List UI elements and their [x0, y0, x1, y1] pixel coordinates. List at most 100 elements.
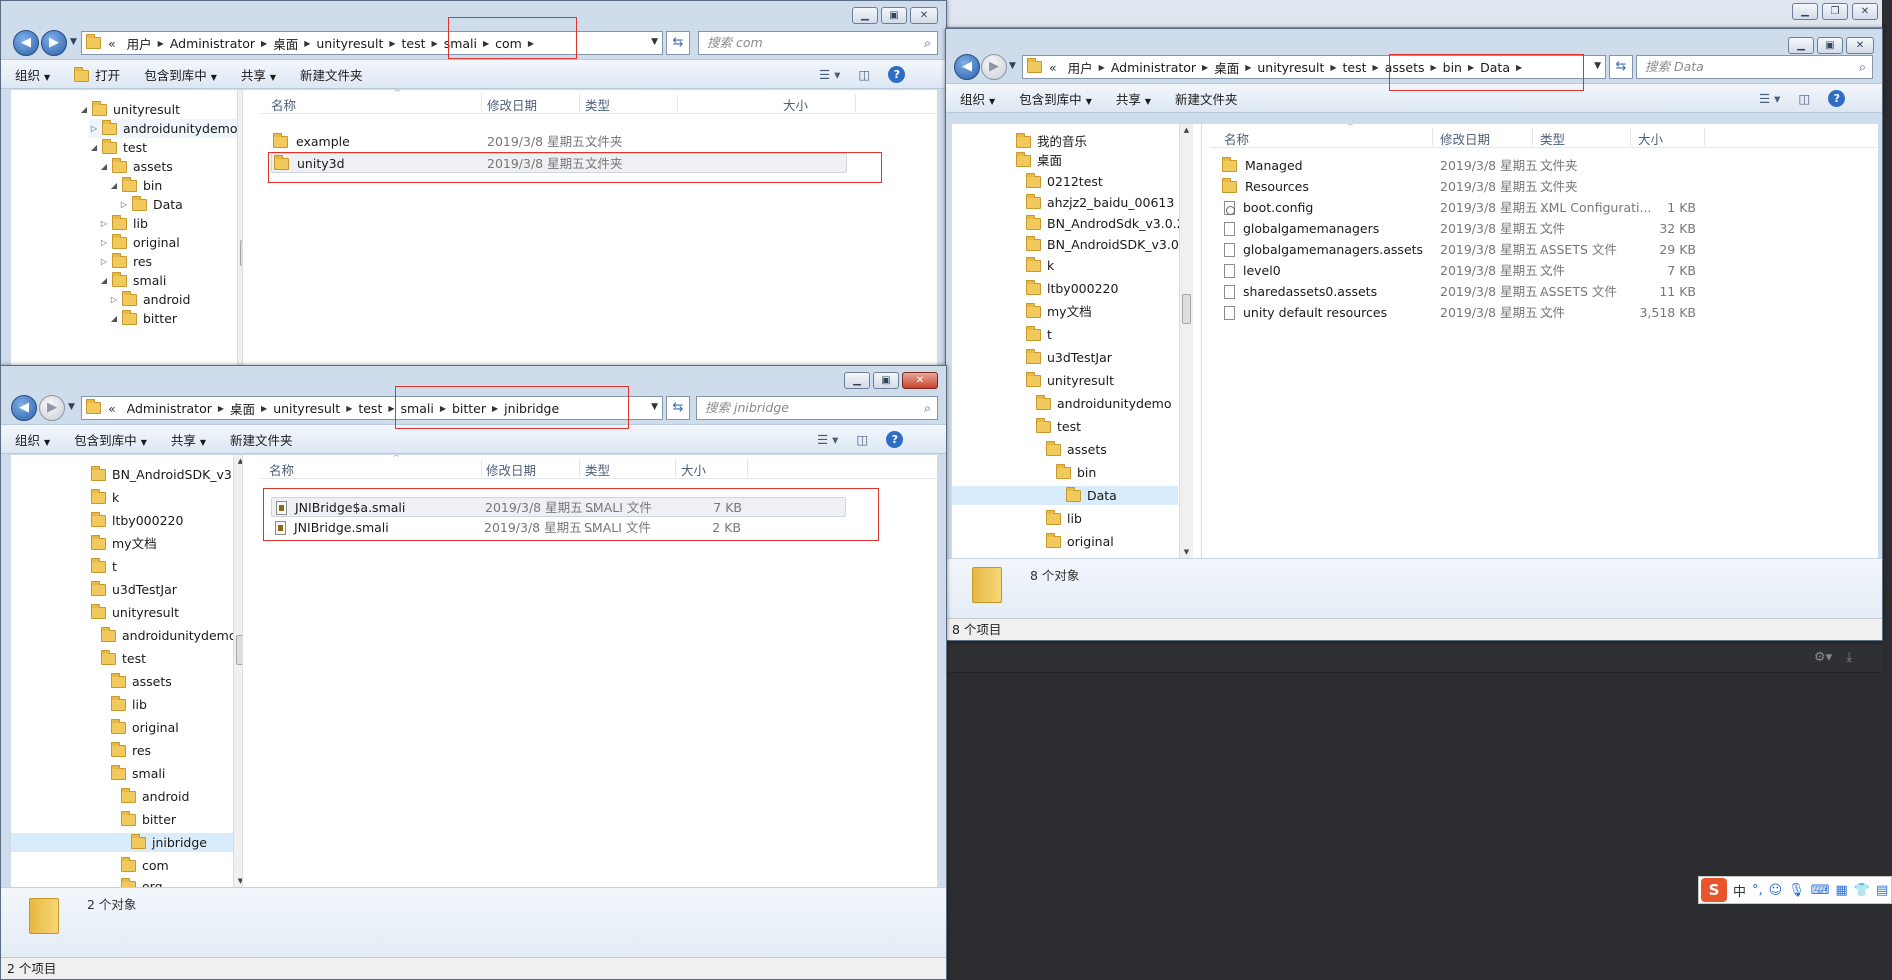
column-type[interactable]: 类型: [585, 460, 610, 479]
breadcrumb-users[interactable]: 用户: [127, 34, 152, 53]
include-in-library-button[interactable]: 包含到库中 ▼: [144, 65, 217, 84]
breadcrumb-administrator[interactable]: Administrator: [127, 401, 212, 416]
forward-button[interactable]: ▶: [41, 30, 67, 56]
tree-item-u3dtestjar[interactable]: u3dTestJar: [91, 580, 177, 599]
scroll-up-arrow-icon[interactable]: ▲: [234, 457, 242, 465]
breadcrumb-arrow-icon[interactable]: ▶: [440, 404, 446, 413]
tree-item-lib[interactable]: ▷ lib: [99, 214, 148, 233]
tree-item-android[interactable]: android: [121, 787, 189, 806]
tree-item-assets[interactable]: assets: [111, 672, 172, 691]
tree-item-android[interactable]: ▷ android: [109, 290, 190, 309]
tree-scrollbar[interactable]: [237, 90, 242, 372]
search-input[interactable]: 搜索 Data ⌕: [1636, 55, 1873, 79]
minimize-icon[interactable]: ▁: [844, 372, 870, 389]
breadcrumb-arrow-icon[interactable]: ▶: [158, 39, 164, 48]
scrollbar-thumb[interactable]: [236, 635, 242, 665]
tree-item-test[interactable]: ◢ test: [89, 138, 147, 157]
tree-item-smali[interactable]: smali: [111, 764, 165, 783]
tree-item-ltby000220[interactable]: ltby000220: [91, 511, 183, 530]
new-folder-button[interactable]: 新建文件夹: [300, 65, 363, 84]
breadcrumb-arrow-icon[interactable]: ▶: [261, 39, 267, 48]
open-button[interactable]: 打开: [74, 65, 120, 84]
toolbox-icon[interactable]: ▦: [1836, 883, 1848, 898]
include-in-library-button[interactable]: 包含到库中 ▼: [1019, 89, 1092, 108]
search-icon[interactable]: ⌕: [924, 397, 931, 419]
file-row-unity3d[interactable]: unity3d 2019/3/8 星期五 ... 文件夹: [271, 153, 847, 173]
organize-button[interactable]: 组织 ▼: [15, 430, 50, 449]
breadcrumb-assets[interactable]: assets: [1385, 60, 1425, 75]
scrollbar-thumb[interactable]: [1182, 294, 1191, 324]
back-button[interactable]: ◀: [11, 395, 37, 421]
breadcrumb-bitter[interactable]: bitter: [452, 401, 486, 416]
tree-scrollbar[interactable]: ▲ ▼: [1179, 124, 1193, 558]
tree-item-ahzjz2[interactable]: ahzjz2_baidu_00613: [1026, 193, 1174, 212]
breadcrumb-arrow-icon[interactable]: ▶: [1202, 63, 1208, 72]
breadcrumb-users[interactable]: 用户: [1068, 58, 1093, 77]
tree-item-my-docs[interactable]: my文档: [91, 534, 157, 553]
tree-item-res[interactable]: ▷ res: [99, 252, 152, 271]
breadcrumb-test[interactable]: test: [1343, 60, 1367, 75]
tree-item-androidunitydemo[interactable]: androidunitydemo: [1036, 394, 1172, 413]
skin-icon[interactable]: 👕: [1854, 883, 1870, 898]
breadcrumb-arrow-icon[interactable]: ▶: [483, 39, 489, 48]
column-type[interactable]: 类型: [1540, 129, 1565, 148]
column-date[interactable]: 修改日期: [486, 460, 536, 479]
address-bar[interactable]: « 用户 ▶ Administrator ▶ 桌面 ▶ unityresult ▶ te…: [81, 31, 663, 55]
hide-panel-icon[interactable]: ⤓: [1846, 650, 1852, 665]
maximize-icon[interactable]: ▣: [873, 372, 899, 389]
tree-item-bn-androidsdk[interactable]: BN_AndroidSDK_v3.0.: [1026, 235, 1183, 254]
tree-item-jnibridge[interactable]: jnibridge: [11, 833, 233, 852]
breadcrumb-arrow-icon[interactable]: ▶: [492, 404, 498, 413]
breadcrumb-arrow-icon[interactable]: ▶: [1468, 63, 1474, 72]
breadcrumb-arrow-icon[interactable]: ▶: [346, 404, 352, 413]
gear-icon[interactable]: ⚙▾: [1814, 650, 1832, 665]
breadcrumb-overflow[interactable]: «: [1049, 60, 1057, 75]
tree-item-res[interactable]: res: [111, 741, 151, 760]
tree-item-original[interactable]: ▷ original: [99, 233, 180, 252]
tree-item-t[interactable]: t: [91, 557, 117, 576]
breadcrumb-arrow-icon[interactable]: ▶: [389, 39, 395, 48]
tree-item-data[interactable]: ▷ Data: [119, 195, 183, 214]
tree-item-androidunitydemo[interactable]: ▷ androidunitydemo: [89, 119, 242, 138]
file-row[interactable]: sharedassets0.assets 2019/3/8 星期五 ... ASSE…: [1220, 282, 1712, 302]
breadcrumb-arrow-icon[interactable]: ▶: [528, 39, 534, 48]
chevron-down-icon[interactable]: ▼: [651, 37, 658, 47]
view-options-icon[interactable]: ☰ ▾: [1759, 91, 1780, 106]
preview-pane-icon[interactable]: ◫: [856, 432, 868, 447]
tree-item-u3dtestjar[interactable]: u3dTestJar: [1026, 348, 1112, 367]
tree-item-lib[interactable]: lib: [111, 695, 147, 714]
breadcrumb-arrow-icon[interactable]: ▶: [432, 39, 438, 48]
breadcrumb-smali[interactable]: smali: [444, 36, 477, 51]
breadcrumb-desktop[interactable]: 桌面: [1214, 58, 1239, 77]
scroll-down-arrow-icon[interactable]: ▼: [234, 877, 242, 885]
tree-item-bn-androdsdk[interactable]: BN_AndrodSdk_v3.0.2: [1026, 214, 1185, 233]
scrollbar-thumb[interactable]: [240, 240, 242, 266]
column-size[interactable]: 大小: [1638, 129, 1663, 148]
share-button[interactable]: 共享 ▼: [171, 430, 206, 449]
microphone-icon[interactable]: 🎙: [1788, 883, 1805, 898]
minimize-icon[interactable]: ▁: [852, 7, 878, 24]
back-button[interactable]: ◀: [954, 54, 980, 80]
help-icon[interactable]: ?: [886, 431, 904, 448]
breadcrumb-overflow[interactable]: «: [108, 36, 116, 51]
ime-chinese-mode[interactable]: 中: [1733, 881, 1746, 900]
file-row-example[interactable]: example 2019/3/8 星期五 ... 文件夹: [271, 132, 865, 152]
refresh-button[interactable]: ⇆: [1609, 55, 1633, 79]
search-input[interactable]: 搜索 com ⌕: [698, 31, 938, 55]
tree-item-lib[interactable]: lib: [1046, 509, 1082, 528]
address-bar[interactable]: « Administrator ▶ 桌面 ▶ unityresult ▶ test ▶ …: [81, 396, 663, 420]
refresh-button[interactable]: ⇆: [666, 31, 690, 55]
breadcrumb-arrow-icon[interactable]: ▶: [1099, 63, 1105, 72]
tree-item-my-music[interactable]: 我的音乐: [1016, 132, 1087, 151]
help-icon[interactable]: ?: [1828, 90, 1846, 107]
breadcrumb-arrow-icon[interactable]: ▶: [1516, 63, 1522, 72]
tree-item-test[interactable]: test: [101, 649, 146, 668]
breadcrumb-test[interactable]: test: [358, 401, 382, 416]
breadcrumb-smali[interactable]: smali: [401, 401, 434, 416]
tree-item-original[interactable]: original: [1046, 532, 1114, 551]
file-row[interactable]: level0 2019/3/8 星期五 ... 文件 7 KB: [1220, 261, 1712, 281]
breadcrumb-arrow-icon[interactable]: ▶: [261, 404, 267, 413]
file-row[interactable]: boot.config 2019/3/8 星期五 ... XML Configura…: [1220, 198, 1712, 218]
tree-item-assets[interactable]: ◢ assets: [99, 157, 173, 176]
breadcrumb-arrow-icon[interactable]: ▶: [388, 404, 394, 413]
